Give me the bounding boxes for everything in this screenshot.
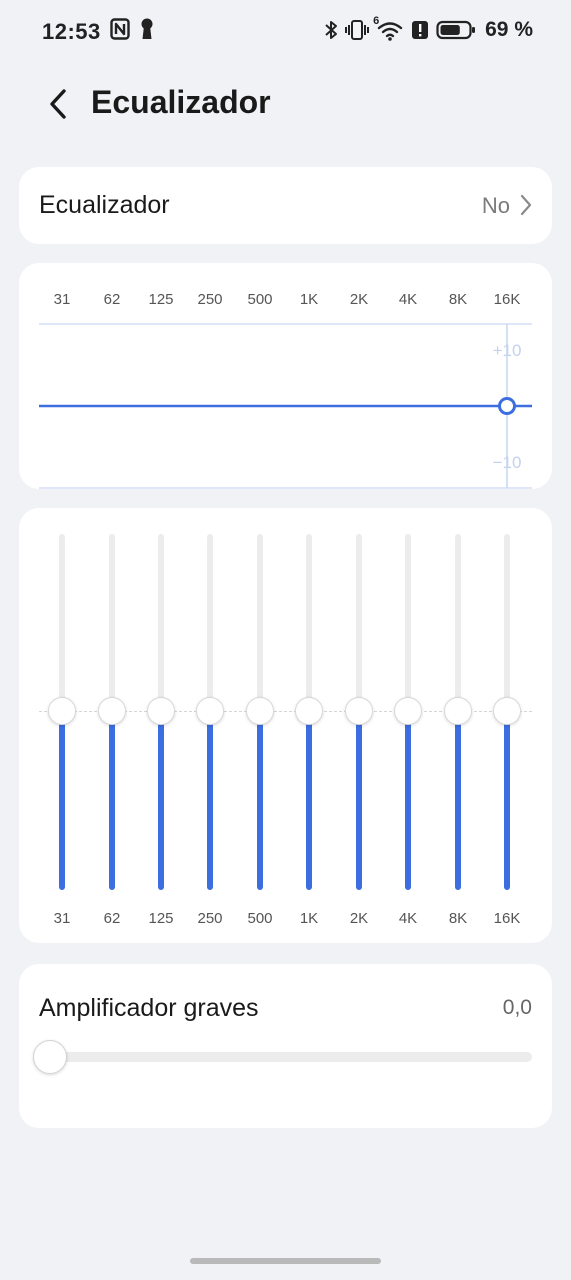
eq-sliders-card: 31 62 125 250 500 1K 2K 4K 8K 16K	[19, 508, 552, 943]
alert-icon	[411, 19, 429, 41]
eq-band-frequency-label: 16K	[493, 910, 521, 927]
eq-band-frequency-label: 125	[148, 910, 174, 927]
bass-booster-slider[interactable]	[33, 1040, 532, 1074]
eq-band-frequency-label: 2K	[349, 910, 369, 927]
selected-band-point	[498, 397, 516, 415]
eq-band-fill	[158, 711, 164, 890]
page-title: Ecualizador	[91, 84, 271, 120]
eq-band-knob[interactable]	[48, 697, 76, 725]
curve-scale-label: −10	[493, 453, 522, 472]
chevron-right-icon	[520, 194, 532, 221]
eq-band-4k: 4K	[383, 508, 433, 943]
eq-band-knob[interactable]	[98, 697, 126, 725]
wifi-badge: 6	[373, 15, 380, 27]
header: Ecualizador	[0, 72, 571, 136]
battery-percentage: 69 %	[485, 18, 533, 41]
eq-band-16k: 16K	[482, 508, 532, 943]
bass-booster-knob[interactable]	[33, 1040, 67, 1074]
eq-band-knob[interactable]	[147, 697, 175, 725]
status-bar: 12:53 6 69 %	[0, 0, 571, 62]
eq-band-2k: 2K	[334, 508, 384, 943]
equalizer-toggle-value: No	[481, 193, 510, 218]
equalizer-toggle-label: Ecualizador	[39, 191, 170, 219]
eq-band-500: 500	[235, 508, 285, 943]
eq-band-8k: 8K	[433, 508, 483, 943]
eq-band-knob[interactable]	[246, 697, 274, 725]
eq-band-frequency-label: 4K	[398, 910, 418, 927]
eq-band-250: 250	[185, 508, 235, 943]
curve-scale-label: +10	[493, 341, 522, 360]
eq-band-knob[interactable]	[444, 697, 472, 725]
eq-band-fill	[455, 711, 461, 890]
battery-icon	[436, 19, 476, 41]
vibrate-icon	[345, 19, 370, 41]
equalizer-toggle-row[interactable]: Ecualizador No	[19, 167, 552, 244]
eq-band-fill	[356, 711, 362, 890]
eq-band-31: 31	[37, 508, 87, 943]
eq-band-fill	[109, 711, 115, 890]
eq-band-62: 62	[87, 508, 137, 943]
eq-band-knob[interactable]	[196, 697, 224, 725]
bass-booster-card: Amplificador graves 0,0	[19, 964, 552, 1128]
eq-band-frequency-label: 500	[247, 910, 273, 927]
bass-booster-value: 0,0	[502, 996, 532, 1019]
eq-curve-card: 31621252505001K2K4K8K16K +100−10	[19, 263, 552, 489]
status-time: 12:53	[42, 19, 101, 44]
eq-band-knob[interactable]	[394, 697, 422, 725]
nfc-icon	[110, 18, 130, 40]
eq-band-fill	[207, 711, 213, 890]
eq-band-frequency-label: 1K	[299, 910, 319, 927]
eq-band-fill	[405, 711, 411, 890]
back-button[interactable]	[36, 82, 80, 126]
equalizer-screen: 12:53 6 69 % Ecualizador Ecualizador No …	[0, 0, 571, 1280]
keyhole-icon	[140, 18, 154, 40]
eq-band-knob[interactable]	[345, 697, 373, 725]
bass-booster-label: Amplificador graves	[39, 994, 259, 1022]
eq-band-125: 125	[136, 508, 186, 943]
eq-band-frequency-label: 62	[103, 910, 121, 927]
eq-band-1k: 1K	[284, 508, 334, 943]
eq-band-fill	[257, 711, 263, 890]
wifi-icon: 6	[373, 15, 404, 41]
eq-band-knob[interactable]	[295, 697, 323, 725]
eq-band-frequency-label: 250	[197, 910, 223, 927]
eq-curve-graph: +100−10	[39, 323, 532, 489]
eq-band-frequency-label: 31	[53, 910, 71, 927]
eq-band-frequency-label: 8K	[448, 910, 468, 927]
eq-band-fill	[306, 711, 312, 890]
eq-band-fill	[59, 711, 65, 890]
bluetooth-icon	[324, 19, 338, 41]
eq-band-fill	[504, 711, 510, 890]
chevron-left-icon	[50, 89, 66, 119]
eq-band-knob[interactable]	[493, 697, 521, 725]
home-gesture-bar[interactable]	[190, 1258, 381, 1264]
